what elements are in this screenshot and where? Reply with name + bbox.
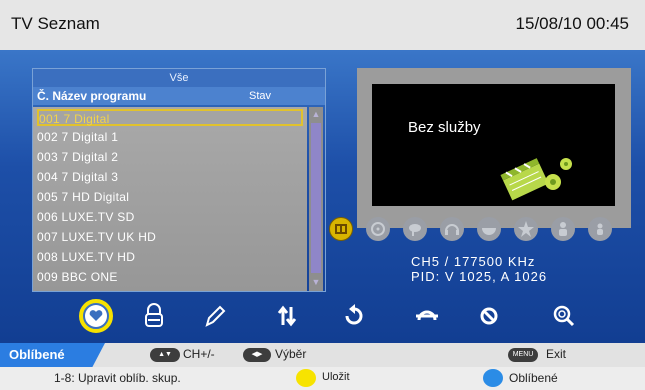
lock-tool[interactable] [137,299,171,333]
main-panel: Vše Č. Název programu Stav 001 7 Digital… [0,50,645,343]
select-key-label: Výběr [275,347,307,361]
lock-icon [145,303,163,327]
rotate-icon [345,304,363,325]
list-scrollbar[interactable]: ▲ ▼ [309,107,323,291]
channel-info: CH5 / 177500 KHz PID: V 1025, A 1026 [411,254,547,284]
scroll-down-icon[interactable]: ▼ [311,277,321,287]
title-bar: TV Seznam 15/08/10 00:45 [0,0,645,50]
blue-button-icon[interactable] [483,369,503,387]
favorites-label: Oblíbené [509,371,558,385]
heart-icon [85,305,107,327]
group-header[interactable]: Vše [33,69,325,88]
bowl-icon[interactable] [477,217,501,241]
preview-frame: Bez služby [357,68,631,228]
film-icon[interactable] [366,217,390,241]
channel-row[interactable]: 008 LUXE.TV HD [37,249,303,266]
channel-row[interactable]: 002 7 Digital 1 [37,129,303,146]
help-bar: Oblíbené ▲▼ CH+/- ◀▶ Výběr MENU Exit [0,343,645,367]
menu-key-icon: MENU [508,348,538,362]
channel-flag-icons [329,217,629,243]
edit-hint: 1-8: Upravit oblíb. skup. [54,371,181,385]
delete-tool[interactable] [472,299,506,333]
favorites-tab[interactable]: Oblíbené [0,343,105,367]
pid-text: PID: V 1025, A 1026 [411,269,548,284]
favorites-tab-label: Oblíbené [9,347,65,362]
list-column-header: Č. Název programu Stav [33,87,325,105]
column-name: Č. Název programu [37,89,147,103]
search-icon [553,305,575,327]
channel-row[interactable]: 003 7 Digital 2 [37,149,303,166]
search-tool[interactable] [547,299,581,333]
move-updown-icon [277,305,297,327]
edit-tool[interactable] [197,299,231,333]
scroll-thumb[interactable] [311,123,321,273]
person-icon[interactable] [551,217,575,241]
channel-row[interactable]: 001 7 Digital [37,109,303,126]
favorite-tool[interactable] [79,299,113,333]
exit-key-label: Exit [546,347,567,361]
datetime: 15/08/10 00:45 [515,14,629,33]
tv-screen: TV Seznam 15/08/10 00:45 Vše Č. Název pr… [0,0,645,390]
music-icon[interactable] [440,217,464,241]
channel-list: Vše Č. Název programu Stav 001 7 Digital… [32,68,326,292]
save-label: Uložit [322,371,350,383]
pencil-icon [205,305,226,327]
yellow-button-icon[interactable] [296,369,316,387]
preview-screen: Bez služby [372,84,615,206]
channel-row[interactable]: 006 LUXE.TV SD [37,209,303,226]
star-icon[interactable] [514,217,538,241]
frequency-text: CH5 / 177500 KHz [411,254,536,269]
channel-key-label: CH+/- [183,347,215,361]
channel-row[interactable]: 004 7 Digital 3 [37,169,303,186]
skip-tool[interactable] [410,299,444,333]
no-service-text: Bez služby [408,119,481,136]
sort-tool[interactable] [337,299,371,333]
scroll-up-icon[interactable]: ▲ [311,109,321,119]
skip-icon [416,310,438,321]
move-tool[interactable] [270,299,304,333]
hint-bar: 1-8: Upravit oblíb. skup. Uložit Oblíben… [0,367,645,390]
column-state: Stav [249,90,272,102]
page-title: TV Seznam [11,14,100,33]
channel-row[interactable]: 005 7 HD Digital [37,189,303,206]
film-clapper-icon [500,158,572,201]
channel-row[interactable]: 009 BBC ONE [37,269,303,286]
pet-icon[interactable] [403,217,427,241]
up-down-key-icon: ▲▼ [150,348,180,362]
left-right-key-icon: ◀▶ [243,348,271,362]
tool-bar [0,295,645,335]
tv-flag-icon[interactable] [329,217,353,241]
channel-row[interactable]: 007 LUXE.TV UK HD [37,229,303,246]
child-icon[interactable] [588,217,612,241]
list-body: 001 7 Digital 002 7 Digital 1 003 7 Digi… [33,107,307,291]
delete-icon [480,307,498,325]
